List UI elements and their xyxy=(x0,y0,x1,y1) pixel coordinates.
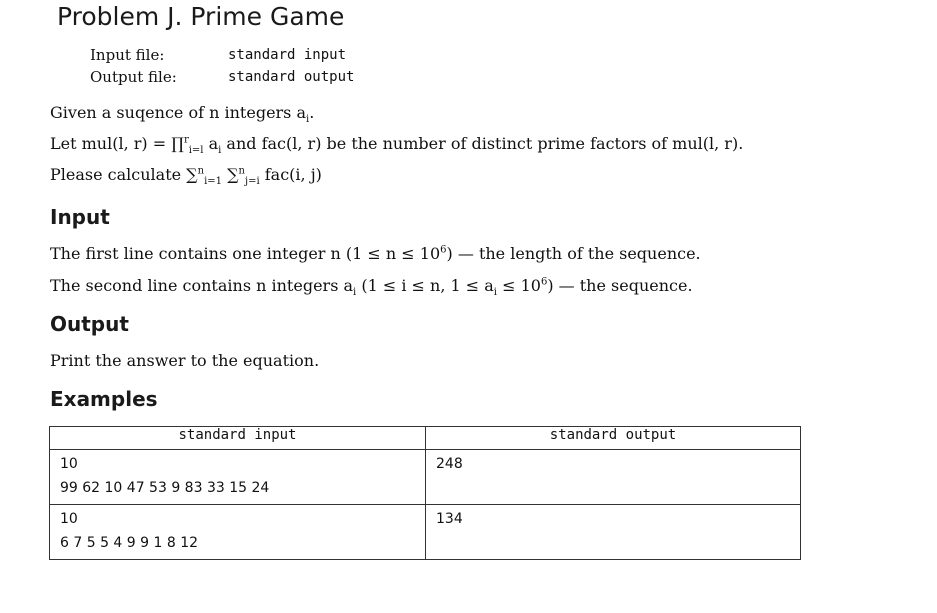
input-line-2: The second line contains n integers ai (… xyxy=(50,276,693,298)
input-text-1a: The first line contains one integer n (1… xyxy=(50,244,441,263)
input-line-1: The first line contains one integer n (1… xyxy=(50,244,701,263)
product-upper: r xyxy=(183,134,189,146)
examples-table: standard input standard output 10 99 62 … xyxy=(49,426,801,560)
statement-text-3a: Please calculate ∑ xyxy=(50,165,198,184)
input-file-value: standard input xyxy=(228,47,347,63)
input-text-2b: (1 ≤ i ≤ n, 1 ≤ a xyxy=(356,276,494,295)
input-text-2c: ≤ 10 xyxy=(497,276,541,295)
output-file-value: standard output xyxy=(228,69,355,85)
statement-text-2a: Let mul(l, r) = ∏ xyxy=(50,134,184,153)
output-heading: Output xyxy=(50,312,129,336)
input-text-2a: The second line contains n integers a xyxy=(50,276,354,295)
example-output-line: 248 xyxy=(436,456,463,472)
statement-text-1: Given a suqence of n integers a xyxy=(50,103,307,122)
statement-line-2: Let mul(l, r) = ∏ri=l ai and fac(l, r) b… xyxy=(50,134,744,157)
statement-line-1: Given a suqence of n integers ai. xyxy=(50,103,315,125)
io-spec: Input file: standard input Output file: … xyxy=(90,44,354,88)
sum1-lower: i=1 xyxy=(204,176,223,188)
output-file-label: Output file: xyxy=(90,68,177,86)
example-input-cell: 10 99 62 10 47 53 9 83 33 15 24 xyxy=(49,449,426,505)
statement-end-1: . xyxy=(309,103,315,122)
input-heading: Input xyxy=(50,205,110,229)
statement-text-3b: ∑ xyxy=(222,165,239,184)
example-input-line: 10 xyxy=(60,511,78,527)
input-file-row: Input file: standard input xyxy=(90,44,354,66)
statement-text-2b: a xyxy=(203,134,219,153)
statement-text-3c: fac(i, j) xyxy=(259,165,322,184)
product-lower: i=l xyxy=(188,145,204,157)
column-header-output: standard output xyxy=(425,426,801,450)
output-file-row: Output file: standard output xyxy=(90,66,354,88)
example-output-cell: 248 xyxy=(425,449,801,505)
statement-line-3: Please calculate ∑ni=1 ∑nj=i fac(i, j) xyxy=(50,165,322,188)
example-input-line: 99 62 10 47 53 9 83 33 15 24 xyxy=(60,480,270,496)
input-text-1b: ) — the length of the sequence. xyxy=(446,244,701,263)
example-output-cell: 134 xyxy=(425,504,801,560)
column-header-input: standard input xyxy=(49,426,426,450)
example-row: 10 6 7 5 5 4 9 9 1 8 12 134 xyxy=(49,504,801,560)
examples-heading: Examples xyxy=(50,387,158,411)
sum2-lower: j=i xyxy=(244,176,260,188)
example-input-cell: 10 6 7 5 5 4 9 9 1 8 12 xyxy=(49,504,426,560)
statement-text-2c: and fac(l, r) be the number of distinct … xyxy=(221,134,744,153)
examples-header-row: standard input standard output xyxy=(49,426,801,450)
example-row: 10 99 62 10 47 53 9 83 33 15 24 248 xyxy=(49,449,801,505)
input-text-2d: ) — the sequence. xyxy=(547,276,693,295)
problem-title: Problem J. Prime Game xyxy=(57,2,345,31)
example-output-line: 134 xyxy=(436,511,463,527)
example-input-line: 10 xyxy=(60,456,78,472)
problem-page: Problem J. Prime Game Input file: standa… xyxy=(0,0,937,613)
example-input-line: 6 7 5 5 4 9 9 1 8 12 xyxy=(60,535,199,551)
input-file-label: Input file: xyxy=(90,46,165,64)
output-line-1: Print the answer to the equation. xyxy=(50,351,320,370)
